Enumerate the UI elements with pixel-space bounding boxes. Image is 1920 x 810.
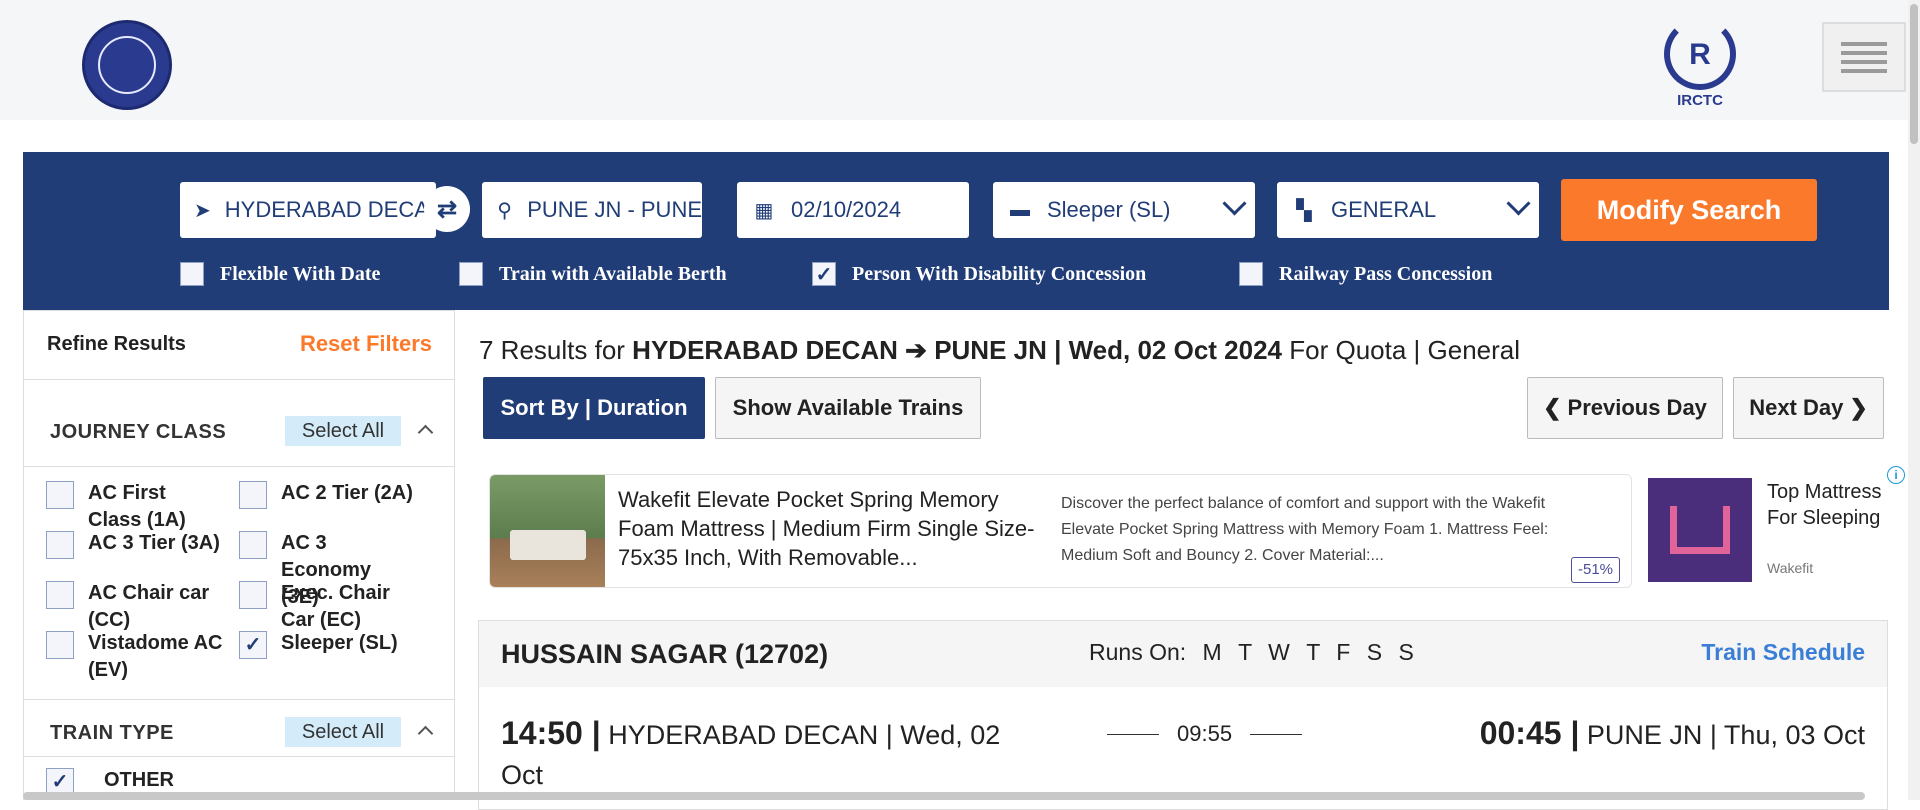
- chevron-down-icon: [1506, 191, 1531, 216]
- top-header: R IRCTC: [0, 0, 1920, 120]
- departure-time: 14:50: [501, 715, 583, 751]
- from-station-input[interactable]: ➤ HYDERABAD DECAN: [180, 182, 436, 238]
- disability-concession-option[interactable]: ✓ Person With Disability Concession: [812, 259, 1146, 289]
- ad-title[interactable]: Wakefit Elevate Pocket Spring Memory Foa…: [618, 485, 1038, 572]
- run-day: S: [1366, 639, 1383, 665]
- irctc-logo-text: IRCTC: [1677, 92, 1723, 109]
- arrival-info: 00:45 | PUNE JN | Thu, 03 Oct: [1479, 715, 1865, 751]
- map-pin-icon: ⚲: [497, 199, 512, 222]
- class-ev-option[interactable]: Vistadome AC (EV): [46, 630, 236, 684]
- train-schedule-link[interactable]: Train Schedule: [1701, 639, 1865, 666]
- run-day: F: [1336, 639, 1351, 665]
- ad-side-title[interactable]: Top Mattress For Sleeping: [1767, 479, 1897, 531]
- class-1a-option[interactable]: AC First Class (1A): [46, 480, 221, 534]
- reset-filters-link[interactable]: Reset Filters: [300, 331, 432, 357]
- ad-description: Discover the perfect balance of comfort …: [1061, 495, 1549, 564]
- class-sl-option[interactable]: ✓ Sleeper (SL): [239, 630, 429, 659]
- refine-results-title: Refine Results: [47, 333, 186, 355]
- railway-pass-option[interactable]: Railway Pass Concession: [1239, 259, 1492, 289]
- train-card: HUSSAIN SAGAR (12702) Runs On: M T W T F…: [478, 620, 1888, 810]
- hamburger-menu-icon[interactable]: [1822, 22, 1906, 92]
- class-ev-checkbox[interactable]: [46, 631, 74, 659]
- class-ec-option[interactable]: Exec. Chair Car (EC): [239, 580, 409, 634]
- class-ec-checkbox[interactable]: [239, 581, 267, 609]
- journey-duration: 09:55: [1089, 721, 1320, 747]
- available-berth-checkbox[interactable]: [459, 262, 483, 286]
- train-type-select-all[interactable]: Select All: [285, 717, 401, 747]
- to-station-input[interactable]: ⚲ PUNE JN - PUNE: [482, 182, 702, 238]
- run-day: T: [1238, 639, 1252, 665]
- location-arrow-icon: ➤: [194, 199, 211, 222]
- search-panel: ➤ HYDERABAD DECAN ⇄ ⚲ PUNE JN - PUNE ▦ 0…: [23, 152, 1889, 310]
- irctc-logo[interactable]: R IRCTC: [1660, 18, 1740, 114]
- chevron-left-icon: ❮: [1543, 395, 1562, 420]
- chevron-down-icon: [1222, 191, 1247, 216]
- next-day-button[interactable]: Next Day ❯: [1733, 377, 1884, 439]
- class-cc-checkbox[interactable]: [46, 581, 74, 609]
- modify-search-button[interactable]: Modify Search: [1561, 179, 1817, 241]
- run-day: W: [1268, 639, 1290, 665]
- refine-sidebar: Refine Results Reset Filters JOURNEY CLA…: [23, 310, 455, 800]
- ad-info-icon[interactable]: i: [1887, 466, 1905, 484]
- journey-class-select-all[interactable]: Select All: [285, 416, 401, 446]
- journey-date-input[interactable]: ▦ 02/10/2024: [737, 182, 969, 238]
- show-available-trains-button[interactable]: Show Available Trains: [715, 377, 981, 439]
- quota-select[interactable]: ▚ GENERAL: [1277, 182, 1539, 238]
- class-1a-checkbox[interactable]: [46, 481, 74, 509]
- swap-stations-icon[interactable]: ⇄: [424, 186, 470, 232]
- horizontal-scrollbar[interactable]: [23, 792, 1865, 800]
- grid-icon: ▚: [1296, 199, 1312, 222]
- class-3e-checkbox[interactable]: [239, 531, 267, 559]
- railway-pass-checkbox[interactable]: [1239, 262, 1263, 286]
- class-filter-list: AC First Class (1A) AC 2 Tier (2A) AC 3 …: [24, 466, 454, 681]
- chevron-up-icon[interactable]: [417, 725, 434, 742]
- flexible-date-checkbox[interactable]: [180, 262, 204, 286]
- arrival-time: 00:45: [1479, 715, 1562, 751]
- briefcase-icon: ▬: [1010, 198, 1030, 221]
- run-day: S: [1398, 639, 1414, 665]
- arrival-station: PUNE JN | Thu, 03 Oct: [1579, 720, 1865, 750]
- class-3a-checkbox[interactable]: [46, 531, 74, 559]
- departure-info: 14:50 | HYDERABAD DECAN | Wed, 02 Oct: [501, 715, 1001, 790]
- disability-concession-checkbox[interactable]: ✓: [812, 262, 836, 286]
- ad-banner[interactable]: Wakefit Elevate Pocket Spring Memory Foa…: [489, 474, 1632, 588]
- chevron-right-icon: ❯: [1849, 395, 1868, 420]
- class-2a-option[interactable]: AC 2 Tier (2A): [239, 480, 439, 509]
- runs-on: Runs On: M T W T F S S: [1089, 639, 1414, 665]
- results-heading: 7 Results for HYDERABAD DECAN ➔ PUNE JN …: [479, 335, 1521, 365]
- class-sl-checkbox[interactable]: ✓: [239, 631, 267, 659]
- class-3a-option[interactable]: AC 3 Tier (3A): [46, 530, 236, 559]
- indian-railways-logo[interactable]: [82, 20, 172, 110]
- class-cc-option[interactable]: AC Chair car (CC): [46, 580, 226, 634]
- chevron-up-icon[interactable]: [417, 424, 434, 441]
- train-type-title: TRAIN TYPE: [50, 722, 174, 744]
- mattress-image: [490, 475, 605, 587]
- sort-by-duration-button[interactable]: Sort By | Duration: [483, 377, 705, 439]
- calendar-icon: ▦: [754, 199, 774, 222]
- results-route: HYDERABAD DECAN ➔ PUNE JN | Wed, 02 Oct …: [632, 335, 1283, 365]
- journey-class-title: JOURNEY CLASS: [50, 421, 227, 443]
- vertical-scrollbar[interactable]: [1908, 0, 1920, 800]
- discount-badge: -51%: [1571, 557, 1621, 583]
- ad-side-brand: Wakefit: [1767, 560, 1814, 576]
- previous-day-button[interactable]: ❮ Previous Day: [1527, 377, 1723, 439]
- flexible-date-option[interactable]: Flexible With Date: [180, 259, 380, 289]
- available-berth-option[interactable]: Train with Available Berth: [459, 259, 727, 289]
- run-day: T: [1306, 639, 1320, 665]
- class-2a-checkbox[interactable]: [239, 481, 267, 509]
- ad-side-image[interactable]: [1648, 478, 1752, 582]
- run-day: M: [1202, 639, 1222, 665]
- train-name: HUSSAIN SAGAR (12702): [501, 639, 829, 669]
- class-select[interactable]: ▬ Sleeper (SL): [993, 182, 1255, 238]
